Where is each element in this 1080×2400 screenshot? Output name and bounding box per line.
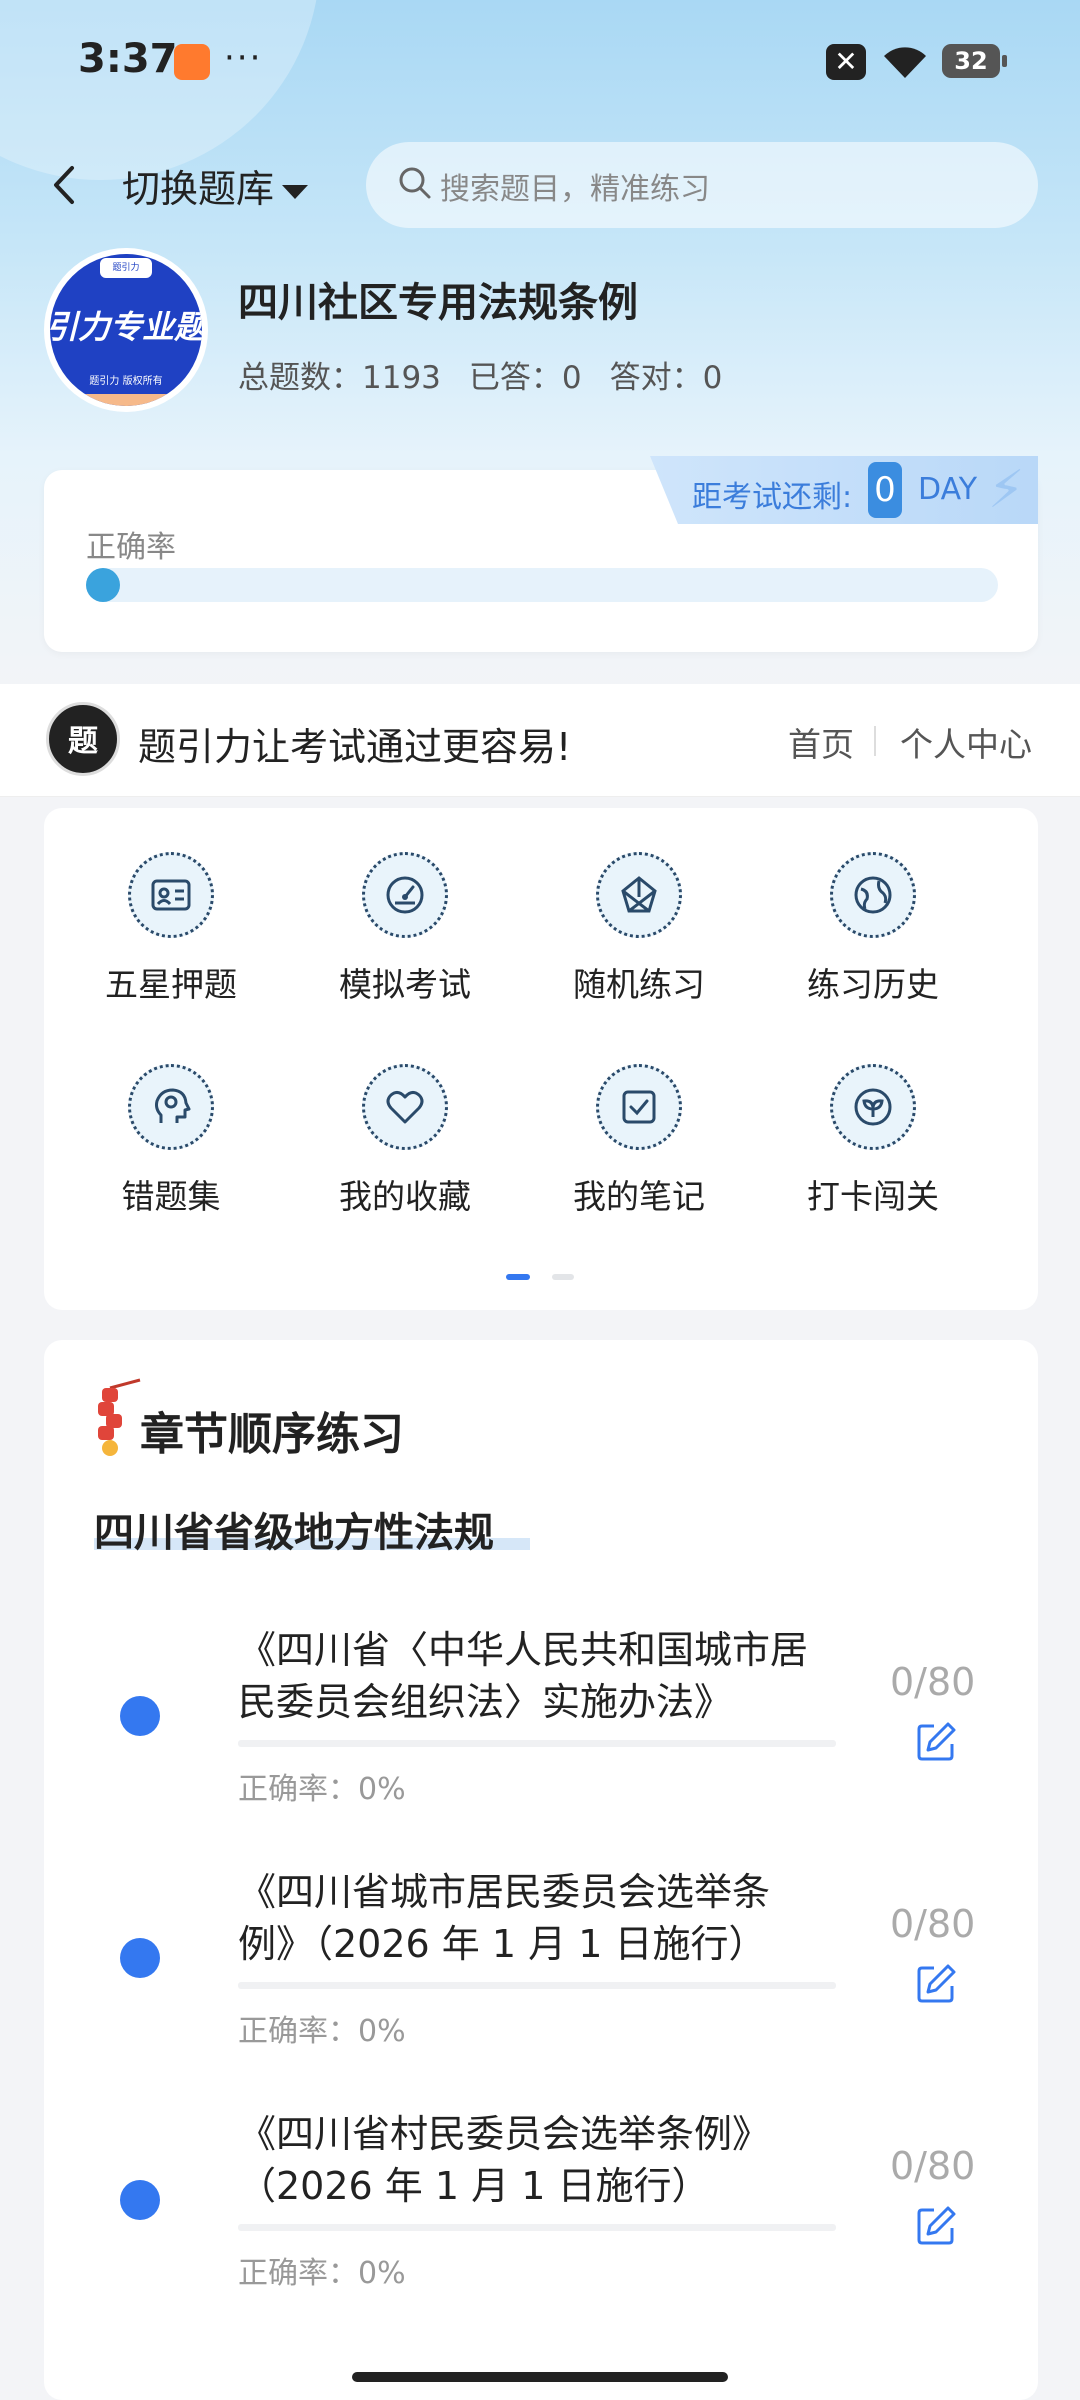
- pager-dot: [552, 1274, 574, 1280]
- search-placeholder: 搜索题目，精准练习: [440, 172, 710, 207]
- slogan-text: 题引力让考试通过更容易!: [138, 725, 572, 769]
- chapter-count: 0/80: [890, 1902, 976, 1946]
- random-network-icon: [596, 852, 682, 938]
- bank-stats: 总题数：1193 已答：0 答对：0: [238, 352, 750, 397]
- chapter-progress-bar: [238, 1982, 836, 1989]
- note-check-icon: [596, 1064, 682, 1150]
- head-icon: [128, 1064, 214, 1150]
- grid-label: 打卡闯关: [807, 1177, 939, 1216]
- law-category-title: 四川省省级地方性法规: [94, 1510, 494, 1556]
- grid-label: 我的收藏: [339, 1177, 471, 1216]
- close-box-icon: ✕: [826, 44, 866, 80]
- grid-item-five-star[interactable]: 五星押题: [56, 808, 286, 1008]
- countdown-value: 0: [868, 462, 902, 518]
- grid-label: 模拟考试: [339, 965, 471, 1004]
- caret-down-icon: [282, 184, 309, 199]
- total-count: 总题数：1193: [238, 360, 441, 396]
- chapter-name: 《四川省城市居民委员会选举条 例》（2026 年 1 月 1 日施行）: [238, 1870, 771, 1966]
- bank-title: 四川社区专用法规条例: [238, 280, 638, 326]
- grid-item-mock-exam[interactable]: 模拟考试: [290, 808, 520, 1008]
- status-bar: 3:37 ··· ✕ 32: [0, 0, 1080, 120]
- grid-label: 五星押题: [105, 965, 237, 1004]
- more-notifications-icon: ···: [224, 38, 263, 78]
- accuracy-progress-fill: [86, 568, 120, 602]
- speedometer-icon: [362, 852, 448, 938]
- slogan-bar: 题 题引力让考试通过更容易! 首页 个人中心: [0, 684, 1080, 797]
- divider: [874, 726, 876, 756]
- chapter-name: 《四川省〈中华人民共和国城市居 民委员会组织法〉实施办法》: [238, 1628, 809, 1724]
- chapter-item[interactable]: 《四川省〈中华人民共和国城市居 民委员会组织法〉实施办法》 正确率：0% 0/80: [0, 1608, 1080, 1838]
- firecracker-icon: [98, 1378, 141, 1456]
- heart-icon: [362, 1064, 448, 1150]
- grid-label: 随机练习: [573, 965, 705, 1004]
- chapter-accuracy: 正确率：0%: [238, 2256, 406, 2291]
- status-time: 3:37: [78, 36, 178, 82]
- leaf-badge-icon: [830, 1064, 916, 1150]
- edit-icon[interactable]: [914, 1962, 958, 2006]
- grid-label: 我的笔记: [573, 1177, 705, 1216]
- chapter-name: 《四川省村民委员会选举条例》 （2026 年 1 月 1 日施行）: [238, 2112, 771, 2208]
- answered-count: 已答：0: [468, 360, 582, 396]
- back-arrow-icon[interactable]: [44, 162, 84, 208]
- correct-count: 答对：0: [609, 360, 723, 396]
- grid-label: 练习历史: [807, 965, 939, 1004]
- grid-item-random-practice[interactable]: 随机练习: [524, 808, 754, 1008]
- edit-icon[interactable]: [914, 1720, 958, 1764]
- countdown-label: 距考试还剩:: [692, 480, 853, 515]
- personal-center-link[interactable]: 个人中心: [900, 718, 1032, 766]
- lightning-icon: ⚡: [988, 460, 1025, 520]
- logo-copyright: 题引力 版权所有: [89, 376, 163, 387]
- switch-bank-dropdown[interactable]: 切换题库: [122, 158, 309, 213]
- chapter-bullet: [120, 2180, 160, 2220]
- logo-text: 引力专业题: [50, 308, 202, 346]
- bank-logo: 题引力 引力专业题 题引力 版权所有: [44, 248, 208, 412]
- edit-icon[interactable]: [914, 2204, 958, 2248]
- chapter-item[interactable]: 《四川省城市居民委员会选举条 例》（2026 年 1 月 1 日施行） 正确率：0…: [0, 1850, 1080, 2080]
- exam-countdown: 距考试还剩: 0 DAY ⚡: [650, 456, 1038, 524]
- wifi-icon: [884, 47, 926, 78]
- pager-dot-active: [506, 1274, 530, 1280]
- top-nav: 切换题库 搜索题目，精准练习: [0, 140, 1080, 230]
- search-icon: [399, 167, 431, 199]
- grid-item-history[interactable]: 练习历史: [758, 808, 988, 1008]
- grid-item-favorites[interactable]: 我的收藏: [290, 1020, 520, 1220]
- function-grid: 五星押题 模拟考试 随机练习 练习历史 错题集 我的收藏 我的笔记 打卡闯关: [44, 808, 1038, 1310]
- chapter-progress-bar: [238, 2224, 836, 2231]
- home-indicator[interactable]: [352, 2372, 728, 2382]
- chapter-section-title: 章节顺序练习: [140, 1409, 404, 1460]
- home-link[interactable]: 首页: [788, 718, 854, 766]
- chapter-accuracy: 正确率：0%: [238, 2014, 406, 2049]
- app-notification-icon: [174, 44, 210, 80]
- chapter-progress-bar: [238, 1740, 836, 1747]
- brand-badge-icon: 题: [46, 702, 120, 776]
- accuracy-label: 正确率: [86, 530, 176, 565]
- globe-icon: [830, 852, 916, 938]
- switch-bank-label: 切换题库: [122, 167, 275, 211]
- chapter-count: 0/80: [890, 1660, 976, 1704]
- chapter-bullet: [120, 1696, 160, 1736]
- battery-icon: 32: [942, 44, 1007, 78]
- chapter-count: 0/80: [890, 2144, 976, 2188]
- chapter-accuracy: 正确率：0%: [238, 1772, 406, 1807]
- logo-tag: 题引力: [100, 258, 152, 278]
- grid-label: 错题集: [121, 1177, 221, 1216]
- search-input[interactable]: 搜索题目，精准练习: [366, 142, 1038, 228]
- chapter-item[interactable]: 《四川省村民委员会选举条例》 （2026 年 1 月 1 日施行） 正确率：0% …: [0, 2092, 1080, 2322]
- chapter-bullet: [120, 1938, 160, 1978]
- id-card-icon: [128, 852, 214, 938]
- grid-item-wrong-questions[interactable]: 错题集: [56, 1020, 286, 1220]
- accuracy-progress-bar: [86, 568, 998, 602]
- countdown-unit: DAY: [918, 472, 978, 507]
- grid-item-check-in[interactable]: 打卡闯关: [758, 1020, 988, 1220]
- grid-item-notes[interactable]: 我的笔记: [524, 1020, 754, 1220]
